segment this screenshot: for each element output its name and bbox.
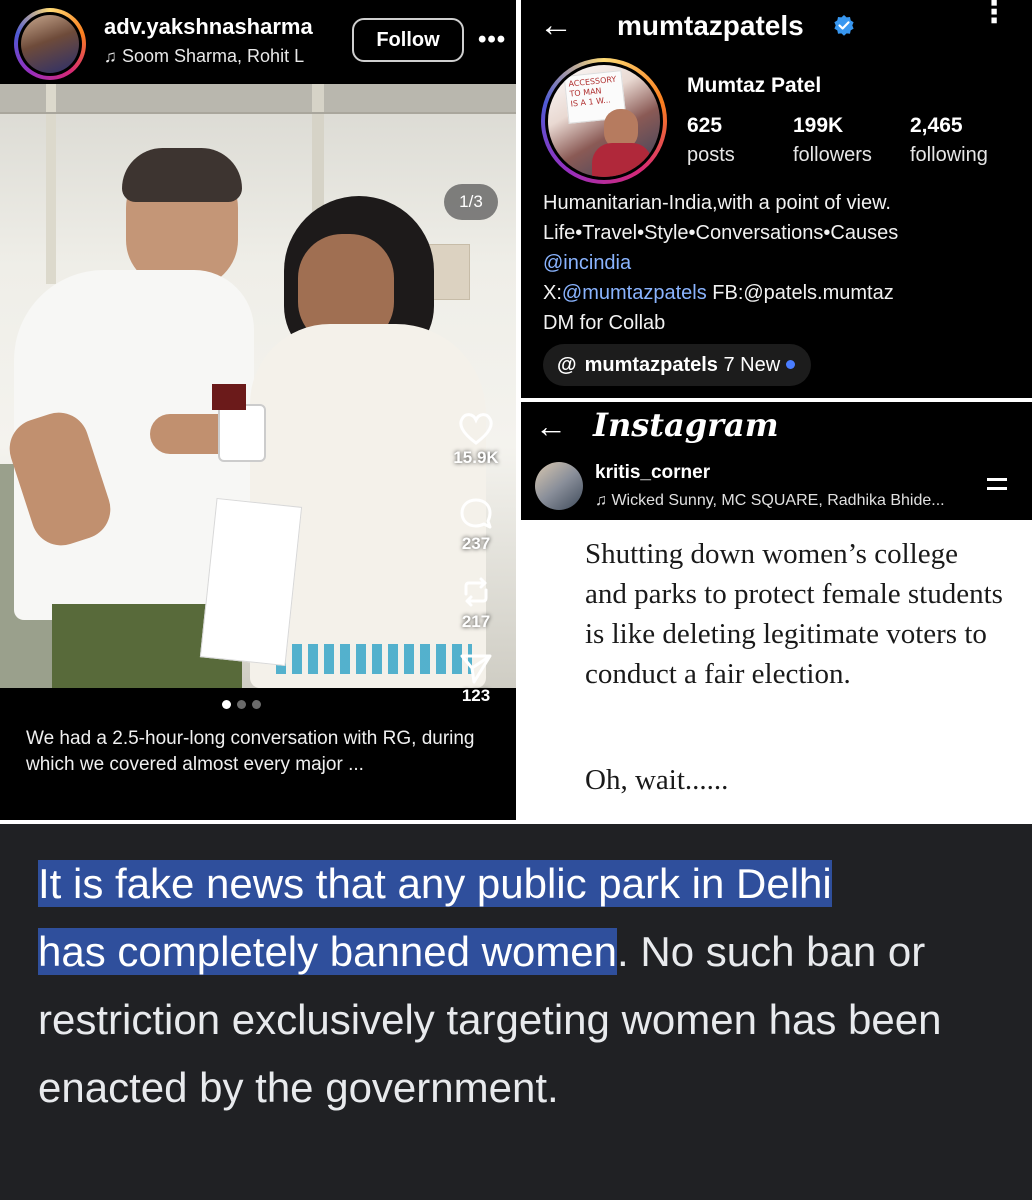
bio-x-link[interactable]: @mumtazpatels (562, 282, 707, 304)
reel-header: adv.yakshnasharma ♫ Soom Sharma, Rohit L … (0, 0, 516, 84)
more-options-icon[interactable]: ••• (478, 26, 506, 54)
menu-icon[interactable] (987, 478, 1007, 496)
post-username[interactable]: kritis_corner (595, 462, 710, 484)
threads-icon: @ (557, 354, 577, 376)
followers-count: 199K (793, 114, 844, 137)
bio-line-1: Humanitarian-India,with a point of view. (543, 192, 891, 214)
carousel-dots (222, 696, 267, 714)
profile-avatar[interactable]: ACCESSORY TO MAN IS A 1 W... (541, 58, 667, 184)
post-back-arrow-icon[interactable]: ← (535, 408, 567, 445)
post-quote-tail: Oh, wait...... (585, 764, 729, 796)
threads-new: 7 New (723, 354, 781, 376)
bio-line-4: X:@mumtazpatels FB:@patels.mumtaz (543, 278, 1023, 308)
send-icon (460, 654, 492, 684)
following-stat[interactable]: 2,465 following (910, 114, 988, 167)
following-count: 2,465 (910, 114, 963, 137)
verified-badge-icon (834, 15, 854, 36)
highlighted-text-2[interactable]: has completely banned women (38, 928, 618, 975)
bio-line-5: DM for Collab (543, 312, 666, 334)
profile-name: Mumtaz Patel (687, 74, 822, 97)
reel-avatar[interactable] (14, 8, 86, 80)
posts-count: 625 (687, 114, 723, 137)
post-author-avatar[interactable] (535, 462, 583, 510)
post-panel: ← Instagram kritis_corner ♫ Wicked Sunny… (521, 402, 1032, 820)
comment-icon (460, 498, 492, 529)
answer-panel: It is fake news that any public park in … (0, 824, 1032, 1200)
instagram-logo: Instagram (593, 406, 779, 444)
following-label: following (910, 144, 988, 166)
profile-bio: Humanitarian-India,with a point of view.… (543, 188, 1023, 338)
post-music-label: Wicked Sunny, MC SQUARE, Radhika Bhide..… (611, 492, 945, 509)
carousel-dot-2 (237, 700, 246, 709)
comments-count: 237 (461, 534, 491, 553)
post-header: ← Instagram kritis_corner ♫ Wicked Sunny… (521, 402, 1032, 520)
comment-action[interactable]: 237 (446, 496, 506, 554)
reel-music[interactable]: ♫ Soom Sharma, Rohit L (104, 46, 304, 67)
bio-fb: FB:@patels.mumtaz (706, 282, 894, 304)
heart-icon (459, 413, 493, 445)
profile-handle: mumtazpatels (617, 10, 804, 41)
post-quote-text: Shutting down women’s college and parks … (585, 538, 1003, 690)
reposts-count: 217 (461, 612, 491, 631)
page-indicator: 1/3 (444, 184, 498, 220)
profile-panel: ← mumtazpatels ⋮ ACCESSORY TO MAN IS A 1… (521, 0, 1032, 398)
likes-count: 15.9K (453, 448, 499, 467)
threads-handle: mumtazpatels (584, 354, 718, 376)
repost-icon (464, 577, 488, 607)
bio-x-prefix: X: (543, 282, 562, 304)
reel-username[interactable]: adv.yakshnasharma (104, 14, 313, 40)
followers-label: followers (793, 144, 872, 166)
vertical-more-icon[interactable]: ⋮ (979, 0, 1009, 28)
carousel-dot-1 (222, 700, 231, 709)
reel-photo[interactable]: 1/3 (0, 84, 516, 688)
new-indicator-dot (786, 360, 796, 369)
highlighted-text-1[interactable]: It is fake news that any public park in … (38, 860, 832, 907)
repost-action[interactable]: 217 (446, 574, 506, 632)
share-action[interactable]: 123 (446, 652, 506, 706)
bio-line-2: Life•Travel•Style•Conversations•Causes (543, 222, 899, 244)
reel-caption[interactable]: We had a 2.5-hour-long conversation with… (26, 726, 496, 778)
bio-mention-link[interactable]: @incindia (543, 248, 1023, 278)
followers-stat[interactable]: 199K followers (793, 114, 872, 167)
posts-stat[interactable]: 625 posts (687, 114, 735, 167)
back-arrow-icon[interactable]: ← (539, 6, 573, 45)
music-note-icon: ♫ (104, 47, 117, 66)
posts-label: posts (687, 144, 735, 166)
carousel-dot-3 (252, 700, 261, 709)
like-action[interactable]: 15.9K (446, 410, 506, 468)
reel-music-label: Soom Sharma, Rohit L (122, 46, 305, 66)
reel-panel: adv.yakshnasharma ♫ Soom Sharma, Rohit L … (0, 0, 516, 820)
post-music[interactable]: ♫ Wicked Sunny, MC SQUARE, Radhika Bhide… (595, 492, 945, 510)
threads-badge[interactable]: @ mumtazpatels 7 New (543, 344, 812, 386)
follow-button[interactable]: Follow (352, 18, 464, 62)
answer-text: It is fake news that any public park in … (38, 850, 968, 1122)
shares-count: 123 (461, 686, 491, 705)
post-music-note-icon: ♫ (595, 492, 612, 509)
